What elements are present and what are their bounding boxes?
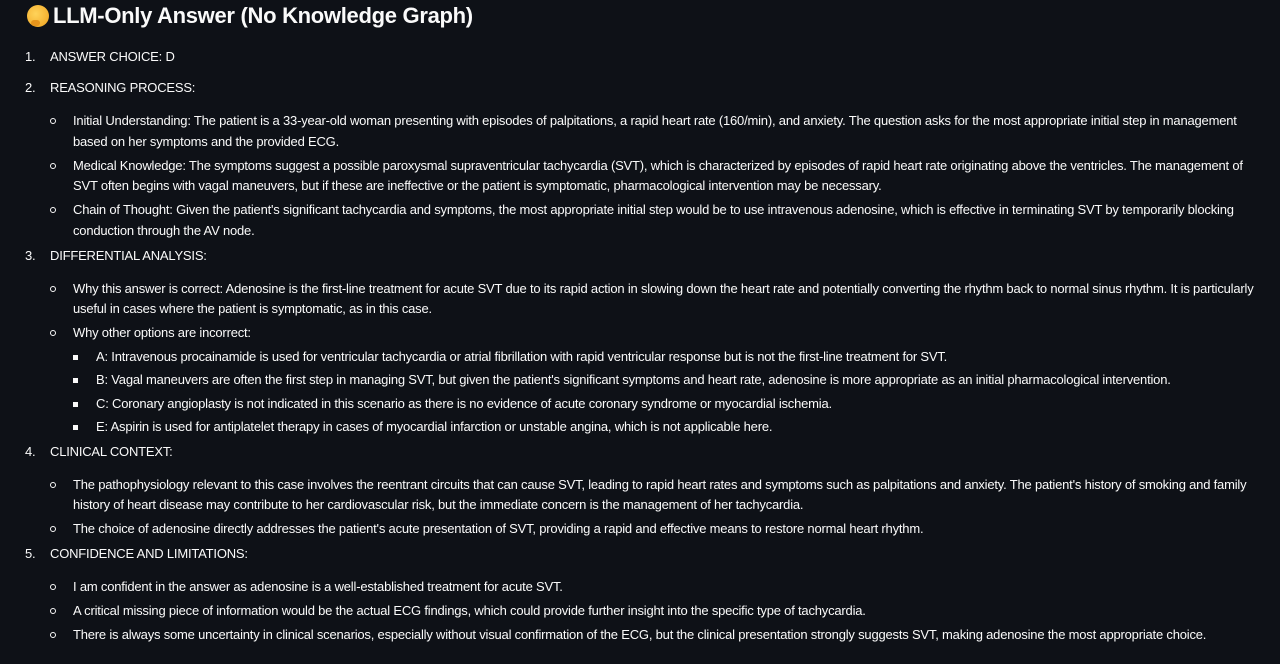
bullet-text: Medical Knowledge: The symptoms suggest …	[73, 157, 1243, 194]
section-number: 2.	[25, 80, 36, 95]
bullet-item: Initial Understanding: The patient is a …	[50, 111, 1268, 152]
answer-list: 1. ANSWER CHOICE: D 2. REASONING PROCESS: In…	[0, 46, 1280, 649]
section-label: REASONING PROCESS:	[50, 80, 196, 95]
bullet-list: I am confident in the answer as adenosin…	[50, 577, 1268, 646]
bullet-item: A critical missing piece of information …	[50, 601, 1268, 622]
thinking-face-icon	[27, 5, 49, 27]
bullet-list: The pathophysiology relevant to this cas…	[50, 475, 1268, 540]
section-item: 5. CONFIDENCE AND LIMITATIONS: I am confid…	[0, 543, 1268, 646]
bullet-text: The pathophysiology relevant to this cas…	[73, 476, 1247, 513]
bullet-list: Initial Understanding: The patient is a …	[50, 111, 1268, 241]
bullet-item: Why other options are incorrect: A: Intra…	[50, 323, 1268, 437]
section-item: 4. CLINICAL CONTEXT: The pathophysiology r…	[0, 441, 1268, 540]
section-number: 5.	[25, 546, 36, 561]
section-item: 2. REASONING PROCESS: Initial Understandin…	[0, 77, 1268, 241]
section-label: DIFFERENTIAL ANALYSIS:	[50, 247, 207, 263]
sub-bullet-item: B: Vagal maneuvers are often the first s…	[73, 370, 1268, 390]
bullet-item: The choice of adenosine directly address…	[50, 519, 1268, 540]
bullet-item: The pathophysiology relevant to this cas…	[50, 475, 1268, 516]
bullet-item: Why this answer is correct: Adenosine is…	[50, 279, 1268, 320]
bullet-list: Why this answer is correct: Adenosine is…	[50, 279, 1268, 438]
bullet-text: Chain of Thought: Given the patient's si…	[73, 202, 1234, 238]
sub-bullet-list: A: Intravenous procainamide is used for …	[73, 347, 1268, 438]
section-label: ANSWER CHOICE: D	[50, 49, 175, 64]
bullet-text: Why other options are incorrect:	[73, 325, 251, 340]
section-label: CONFIDENCE AND LIMITATIONS:	[50, 546, 248, 561]
sub-bullet-item: A: Intravenous procainamide is used for …	[73, 347, 1268, 367]
bullet-text: Why this answer is correct: Adenosine is…	[73, 280, 1254, 317]
section-number: 3.	[25, 247, 36, 263]
section-label: CLINICAL CONTEXT:	[50, 443, 173, 459]
bullet-item: Medical Knowledge: The symptoms suggest …	[50, 156, 1268, 197]
section-number: 4.	[25, 443, 36, 459]
section-item: 3. DIFFERENTIAL ANALYSIS: Why this answer …	[0, 245, 1268, 438]
section-number: 1.	[25, 49, 36, 64]
bullet-text: Initial Understanding: The patient is a …	[73, 113, 1237, 149]
bullet-text: A critical missing piece of information …	[73, 603, 866, 618]
page-title: LLM-Only Answer (No Knowledge Graph)	[27, 3, 473, 29]
bullet-text: There is always some uncertainty in clin…	[73, 627, 1207, 642]
bullet-item: There is always some uncertainty in clin…	[50, 625, 1268, 646]
section-item: 1. ANSWER CHOICE: D	[0, 46, 1268, 67]
sub-bullet-item: E: Aspirin is used for antiplatelet ther…	[73, 417, 1268, 437]
bullet-text: I am confident in the answer as adenosin…	[73, 579, 563, 594]
page-title-text: LLM-Only Answer (No Knowledge Graph)	[53, 3, 473, 28]
bullet-item: Chain of Thought: Given the patient's si…	[50, 200, 1268, 241]
sub-bullet-item: C: Coronary angioplasty is not indicated…	[73, 394, 1268, 414]
bullet-item: I am confident in the answer as adenosin…	[50, 577, 1268, 598]
bullet-text: The choice of adenosine directly address…	[73, 521, 924, 536]
